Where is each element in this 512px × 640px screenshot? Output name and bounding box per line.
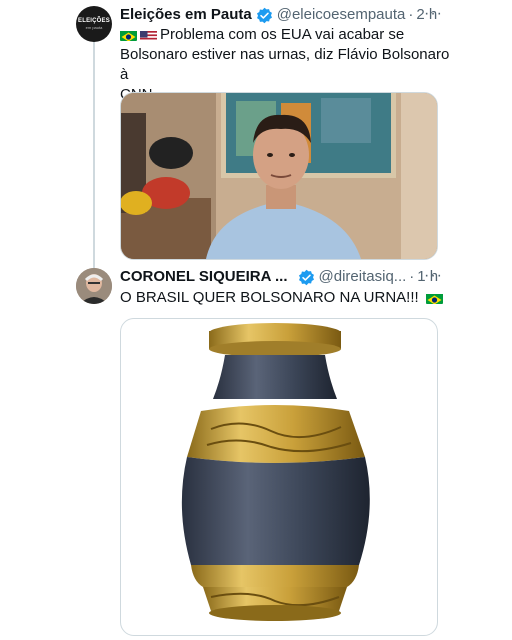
tweet-text-line-1: Problema com os EUA vai acabar se [120,25,450,45]
separator-dot: · [408,6,414,23]
avatar-logo-subtext: em pauta [85,25,103,30]
brazil-flag-icon [120,29,137,41]
tweet-eleicoes-em-pauta[interactable]: ELEIÇÕES em pauta Eleições em Pauta @ele… [0,0,512,262]
author-handle[interactable]: @direitasiq... [319,268,407,286]
tweet-image-urn[interactable] [120,318,438,636]
tweet-video-thumbnail[interactable] [120,92,438,260]
separator-dot: · [409,268,415,285]
author-handle[interactable]: @eleicoesempauta [277,6,406,24]
avatar-coronel-siqueira[interactable] [76,268,112,304]
tweet-text-content: O BRASIL QUER BOLSONARO NA URNA!!! [120,289,419,306]
verified-badge-icon [256,7,272,23]
brazil-flag-icon [425,292,443,304]
more-options-icon[interactable]: ··· [424,5,443,23]
author-name[interactable]: Eleições em Pauta [120,6,252,24]
tweet-text: O BRASIL QUER BOLSONARO NA URNA!!! [120,288,450,308]
avatar-logo-text: ELEIÇÕES [78,18,110,24]
more-options-icon[interactable]: ··· [424,267,443,285]
avatar-eleicoes-em-pauta[interactable]: ELEIÇÕES em pauta [76,6,112,42]
tweet-coronel-siqueira[interactable]: CORONEL SIQUEIRA ... @direitasiq... · 1 … [0,262,512,640]
tweet-header: Eleições em Pauta @eleicoesempauta · 2 h [120,6,437,24]
author-name[interactable]: CORONEL SIQUEIRA ... [120,268,288,286]
tweet-text-line-2: Bolsonaro estiver nas urnas, diz Flávio … [120,46,450,83]
video-frame-image [121,93,437,259]
tweet-text-part-1: Problema com os EUA vai acabar se [160,26,405,43]
verified-badge-icon [298,269,314,285]
avatar-photo [76,268,112,304]
urn-image [181,323,370,621]
tweet-header: CORONEL SIQUEIRA ... @direitasiq... · 1 … [120,268,438,286]
usa-flag-icon [140,29,157,41]
